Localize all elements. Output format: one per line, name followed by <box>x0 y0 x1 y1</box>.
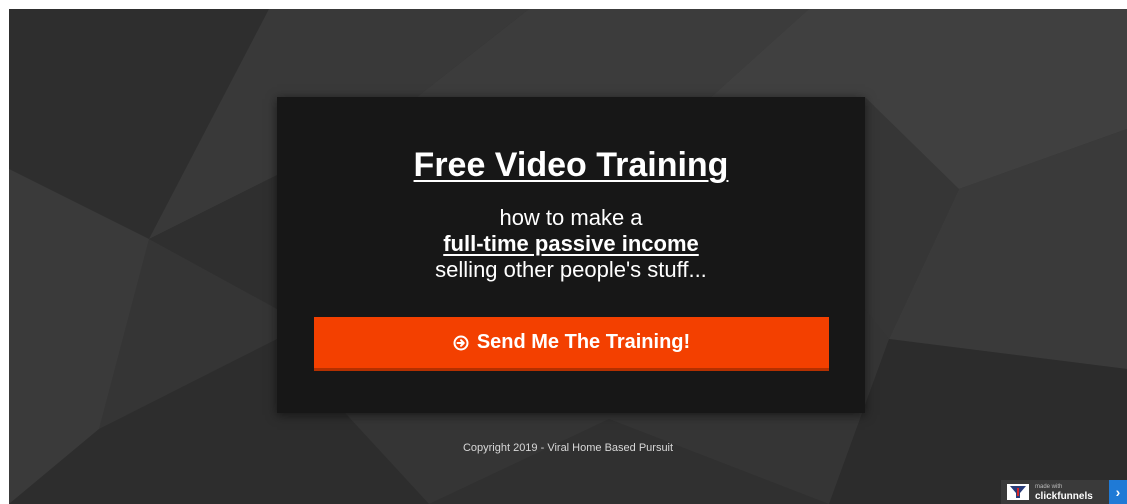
clickfunnels-brand-label: clickfunnels <box>1035 491 1093 502</box>
subheadline-line-2: full-time passive income <box>443 231 699 256</box>
send-training-button[interactable]: Send Me The Training! <box>314 317 829 371</box>
subheadline-line-1: how to make a <box>499 205 643 230</box>
optin-card: Free Video Training how to make a full-t… <box>277 97 865 413</box>
subheadline-line-3: selling other people's stuff... <box>435 257 707 282</box>
headline: Free Video Training <box>413 146 729 184</box>
clickfunnels-logo-icon <box>1007 484 1029 500</box>
copyright-text: Copyright 2019 - Viral Home Based Pursui… <box>462 442 674 454</box>
send-training-label: Send Me The Training! <box>476 331 691 353</box>
clickfunnels-badge-text: made with clickfunnels <box>1035 483 1109 502</box>
clickfunnels-badge[interactable]: made with clickfunnels › <box>1001 480 1127 504</box>
chevron-right-icon[interactable]: › <box>1109 480 1127 504</box>
landing-page: Free Video Training how to make a full-t… <box>9 9 1127 504</box>
subheadline: how to make a full-time passive income s… <box>277 205 865 283</box>
circle-arrow-right-icon <box>453 335 469 350</box>
